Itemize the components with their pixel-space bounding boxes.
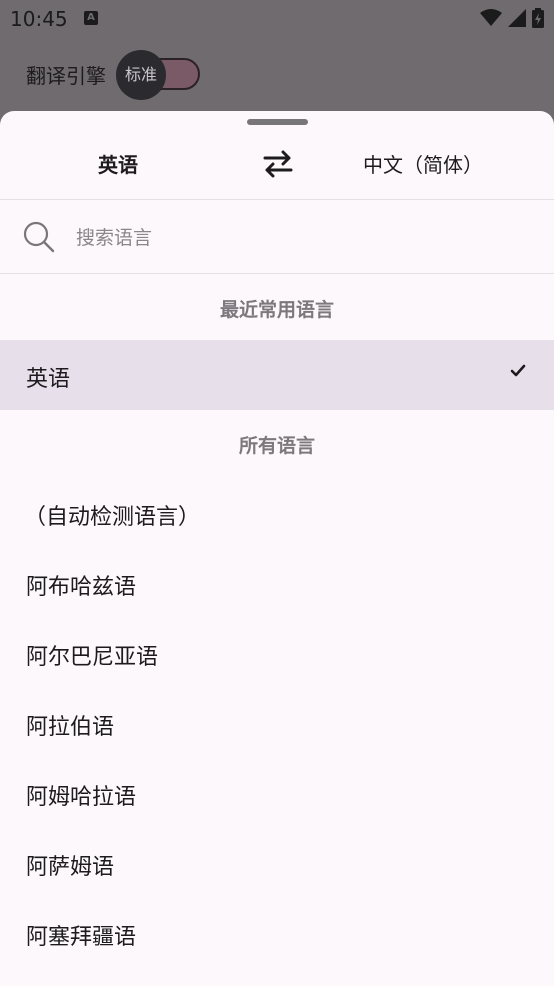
language-label: 阿姆哈拉语 bbox=[26, 785, 137, 810]
swap-arrows-icon bbox=[263, 150, 293, 178]
language-label: （自动检测语言） bbox=[24, 505, 201, 530]
all-languages-header: 所有语言 bbox=[238, 435, 315, 457]
language-picker-sheet: 英语 中文（简体） 最近常用语言 英语 所有语言 （自动检测语言） 阿布哈兹语 … bbox=[0, 111, 554, 986]
divider bbox=[0, 273, 554, 274]
check-icon bbox=[510, 364, 526, 377]
recent-language-item[interactable]: 英语 bbox=[0, 340, 554, 410]
language-item[interactable]: 阿塞拜疆语 bbox=[0, 898, 554, 968]
drag-handle[interactable] bbox=[247, 119, 308, 125]
language-label: 阿拉伯语 bbox=[26, 715, 115, 740]
status-time: 10:45 bbox=[10, 7, 68, 31]
target-language-button[interactable]: 中文（简体） bbox=[363, 149, 483, 178]
language-label: 阿萨姆语 bbox=[26, 855, 115, 880]
wifi-icon bbox=[480, 9, 502, 26]
language-item[interactable]: 阿布哈兹语 bbox=[0, 548, 554, 618]
language-label: 阿布哈兹语 bbox=[26, 575, 137, 600]
recent-language-label: 英语 bbox=[26, 367, 71, 392]
background-toggle-knob: 标准 bbox=[116, 50, 166, 100]
battery-icon bbox=[532, 8, 544, 28]
search-input[interactable] bbox=[74, 222, 518, 254]
language-item[interactable]: 阿姆哈拉语 bbox=[0, 758, 554, 828]
language-label: 阿尔巴尼亚语 bbox=[26, 645, 159, 670]
search-icon bbox=[23, 221, 55, 253]
recent-languages-header: 最近常用语言 bbox=[219, 299, 334, 321]
search-row bbox=[0, 200, 554, 273]
language-pair-header: 英语 中文（简体） bbox=[0, 131, 554, 199]
status-bar: 10:45 A bbox=[0, 0, 554, 38]
notification-icon: A bbox=[84, 11, 98, 25]
language-label: 阿塞拜疆语 bbox=[26, 925, 137, 950]
source-language-button[interactable]: 英语 bbox=[98, 149, 138, 178]
language-item[interactable]: 阿尔巴尼亚语 bbox=[0, 618, 554, 688]
swap-languages-button[interactable] bbox=[258, 147, 298, 181]
background-engine-label: 翻译引擎 bbox=[26, 64, 106, 88]
language-item[interactable]: 阿拉伯语 bbox=[0, 688, 554, 758]
language-item[interactable]: （自动检测语言） bbox=[0, 478, 554, 548]
system-icons bbox=[480, 8, 544, 28]
signal-icon bbox=[508, 9, 526, 27]
language-item[interactable]: 阿萨姆语 bbox=[0, 828, 554, 898]
